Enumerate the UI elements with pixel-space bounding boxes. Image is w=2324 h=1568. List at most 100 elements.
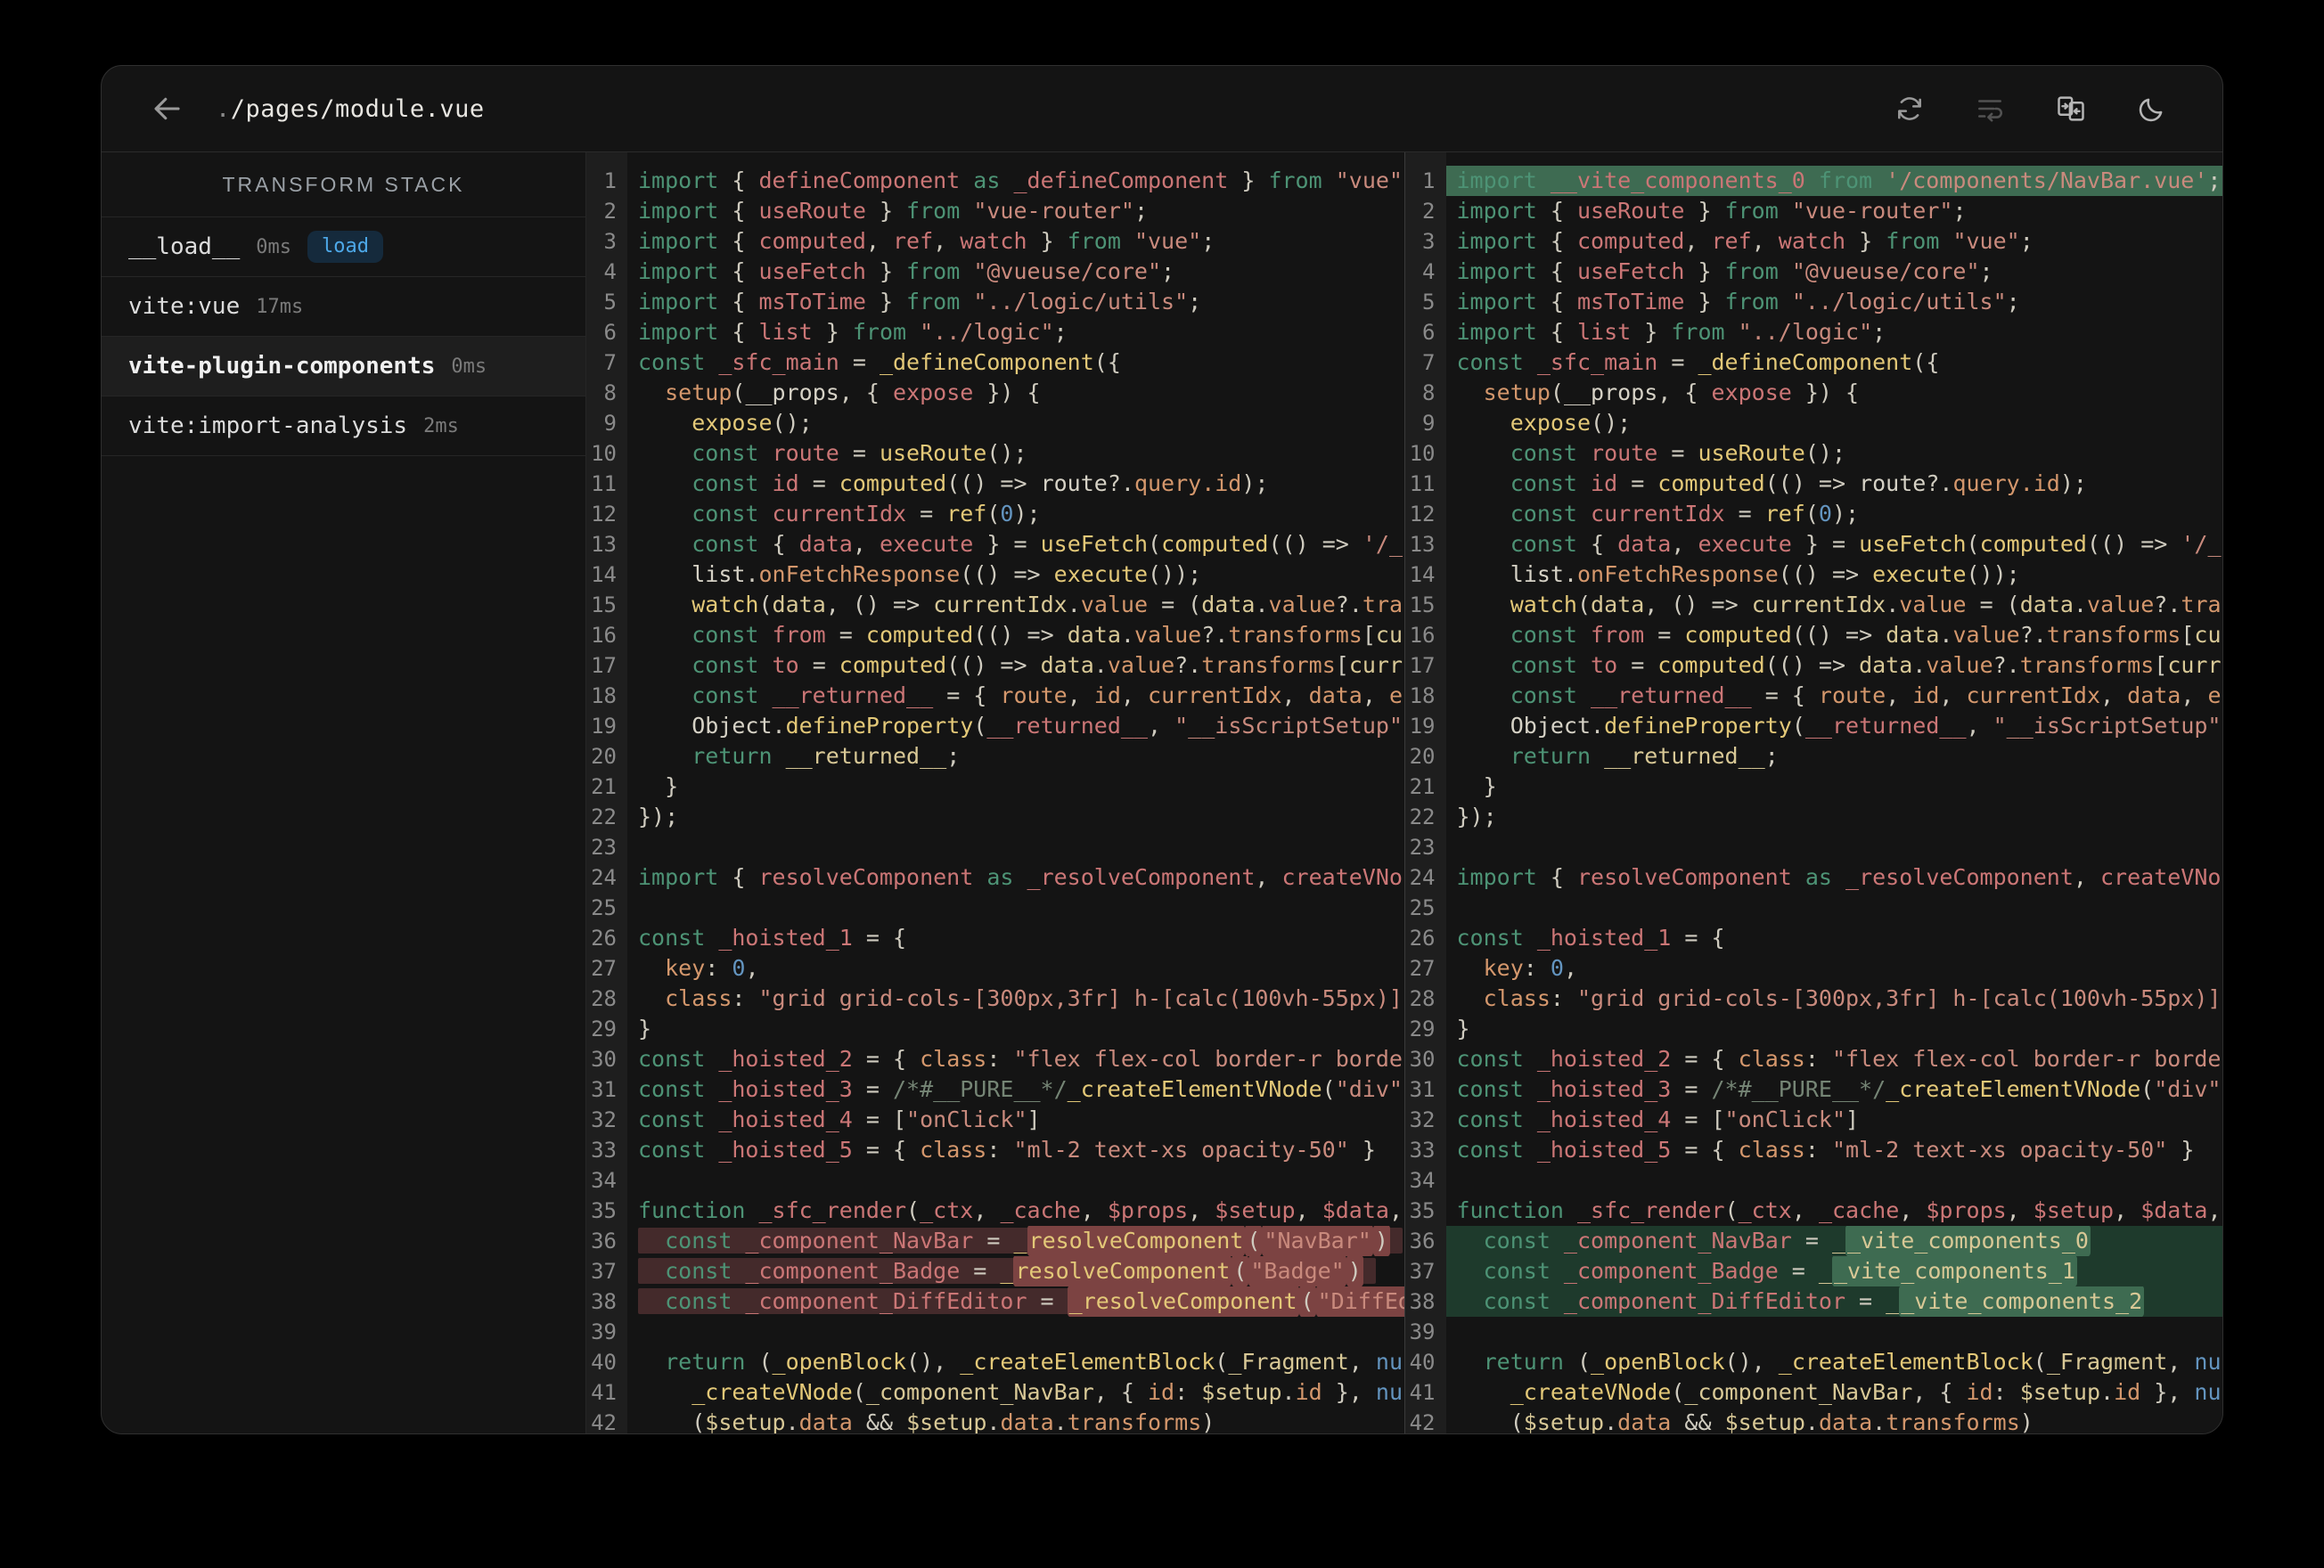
moon-icon <box>2137 94 2167 124</box>
code-content: }); <box>1456 804 1497 829</box>
line-number: 14 <box>591 562 617 587</box>
line-number: 37 <box>591 1259 617 1284</box>
code-line: 18 const __returned__ = { route, id, cur… <box>1405 681 2223 711</box>
code-content: const _hoisted_4 = ["onClick"] <box>1456 1107 1860 1132</box>
code-content: const _hoisted_3 = /*#__PURE__*/_createE… <box>1456 1076 2222 1102</box>
code-content: const _component_NavBar = __vite_compone… <box>1445 1226 2222 1256</box>
code-content: Object.defineProperty(__returned__, "__i… <box>691 713 1403 739</box>
code-line: 19 Object.defineProperty(__returned__, "… <box>1405 711 2223 741</box>
code-content: return (_openBlock(), _createElementBloc… <box>665 1349 1403 1375</box>
code-line: 22}); <box>1405 802 2223 832</box>
code-content: class: "grid grid-cols-[300px,3fr] h-[ca… <box>1483 985 2222 1011</box>
code-line: 34 <box>586 1165 1404 1196</box>
code-line: 36 const _component_NavBar = __vite_comp… <box>1405 1226 2222 1256</box>
code-line: 3 import { computed, ref, watch } from "v… <box>586 226 1404 257</box>
code-line: 35 function _sfc_render(_ctx, _cache, $pr… <box>1405 1196 2223 1226</box>
code-line: 32 const _hoisted_4 = ["onClick"] <box>586 1105 1404 1135</box>
code-line: 4 import { useFetch } from "@vueuse/core"… <box>1405 257 2223 287</box>
code-line: 27 key: 0, <box>1405 953 2223 984</box>
code-content: import { defineComponent as _defineCompo… <box>638 167 1404 193</box>
line-number: 9 <box>603 411 617 436</box>
transform-stack-item[interactable]: vite:import-analysis 2ms <box>102 396 585 456</box>
code-content: const _component_NavBar = _resolveCompon… <box>627 1226 1404 1256</box>
line-number: 1 <box>1422 168 1436 193</box>
line-number: 8 <box>603 380 617 405</box>
code-content: setup(__props, { expose }) { <box>1483 380 1860 405</box>
code-line: 9 expose(); <box>1405 408 2223 438</box>
back-button[interactable] <box>144 86 189 131</box>
code-line: 18 const __returned__ = { route, id, cur… <box>586 681 1404 711</box>
code-content: setup(__props, { expose }) { <box>665 380 1041 405</box>
diff-emphasis: "NavBar" <box>1262 1226 1373 1256</box>
line-number: 35 <box>591 1198 617 1223</box>
code-content: const __returned__ = { route, id, curren… <box>691 682 1403 708</box>
diff-emphasis: _vite_components_2 <box>1899 1286 2145 1317</box>
code-line: 37 const _component_Badge = __vite_compo… <box>1405 1256 2222 1286</box>
line-number: 10 <box>591 441 617 466</box>
line-number: 16 <box>1409 623 1436 648</box>
diff-emphasis: ( <box>1232 1256 1249 1286</box>
line-number: 40 <box>1409 1350 1436 1375</box>
code-content <box>627 832 1404 862</box>
code-content: import { useFetch } from "@vueuse/core"; <box>638 258 1175 284</box>
plugin-time: 17ms <box>256 295 304 318</box>
code-content: const _hoisted_5 = { class: "ml-2 text-x… <box>638 1137 1376 1163</box>
inline-diff-button[interactable] <box>2050 87 2092 130</box>
line-number: 10 <box>1409 441 1436 466</box>
code-content <box>627 1165 1404 1196</box>
transform-stack-list: __load__ 0ms load vite:vue 17ms vite-plugin-c… <box>102 217 585 456</box>
transform-stack-item[interactable]: vite:vue 17ms <box>102 277 585 337</box>
code-content: const to = computed(() => data.value?.tr… <box>691 652 1403 678</box>
code-line: 25 <box>1405 893 2223 923</box>
code-line: 2 import { useRoute } from "vue-router"; <box>1405 196 2223 226</box>
line-number: 32 <box>1409 1107 1436 1132</box>
transform-stack-item[interactable]: vite-plugin-components 0ms <box>102 337 585 396</box>
code-content <box>1446 1317 2223 1347</box>
hook-badge: load <box>307 230 383 264</box>
code-panel-after[interactable]: 1 import __vite_components_0 from '/compo… <box>1403 152 2223 1433</box>
line-number: 22 <box>591 804 617 829</box>
diff-emphasis: _vite_components_0 <box>1845 1226 2091 1256</box>
code-content: watch(data, () => currentIdx.value = (da… <box>691 592 1403 617</box>
line-number: 28 <box>1409 986 1436 1011</box>
diff-panels: 1 import { defineComponent as _defineComp… <box>586 152 2222 1433</box>
line-number: 9 <box>1422 411 1436 436</box>
code-content: }); <box>638 804 679 829</box>
code-content: import { useFetch } from "@vueuse/core"; <box>1456 258 1993 284</box>
line-number: 1 <box>603 168 617 193</box>
refresh-button[interactable] <box>1889 88 1930 129</box>
code-line: 30 const _hoisted_2 = { class: "flex flex… <box>1405 1044 2223 1074</box>
line-number: 33 <box>591 1138 617 1163</box>
code-content: const _hoisted_2 = { class: "flex flex-c… <box>638 1046 1403 1072</box>
code-content <box>627 893 1404 923</box>
code-line: 37 const _component_Badge = _resolveComp… <box>586 1256 1404 1286</box>
code-content: key: 0, <box>1483 955 1577 981</box>
code-content: import { computed, ref, watch } from "vu… <box>638 228 1215 254</box>
code-line: 41 _createVNode(_component_NavBar, { id:… <box>586 1377 1404 1408</box>
line-number: 2 <box>603 199 617 224</box>
topbar-actions <box>1889 87 2173 130</box>
code-line: 11 const id = computed(() => route?.quer… <box>1405 469 2223 499</box>
code-content: ($setup.data && $setup.data.transforms) <box>638 1409 1215 1433</box>
line-number: 29 <box>591 1017 617 1041</box>
dark-mode-button[interactable] <box>2132 88 2173 129</box>
diff-removed-band: const _component_NavBar = _resolveCompon… <box>638 1226 1403 1256</box>
code-panel-before[interactable]: 1 import { defineComponent as _defineComp… <box>586 152 1404 1433</box>
line-number: 38 <box>591 1289 617 1314</box>
line-number: 8 <box>1422 380 1436 405</box>
code-line: 28 class: "grid grid-cols-[300px,3fr] h-… <box>586 984 1404 1014</box>
line-number: 4 <box>603 259 617 284</box>
transform-stack-header: TRANSFORM STACK <box>102 152 585 217</box>
code-line: 12 const currentIdx = ref(0); <box>586 499 1404 529</box>
transform-stack-item[interactable]: __load__ 0ms load <box>102 217 585 277</box>
code-content: key: 0, <box>665 955 759 981</box>
line-number: 14 <box>1409 562 1436 587</box>
diff-removed-band: const _component_DiffEditor = _resolveCo… <box>638 1286 1404 1317</box>
code-line: 20 return __returned__; <box>586 741 1404 772</box>
wrap-lines-button[interactable] <box>1969 88 2010 129</box>
code-line: 24 import { resolveComponent as _resolveC… <box>586 862 1404 893</box>
inline-diff-icon <box>2055 93 2087 125</box>
code-line: 11 const id = computed(() => route?.quer… <box>586 469 1404 499</box>
line-number: 33 <box>1409 1138 1436 1163</box>
line-number: 25 <box>1409 895 1436 920</box>
